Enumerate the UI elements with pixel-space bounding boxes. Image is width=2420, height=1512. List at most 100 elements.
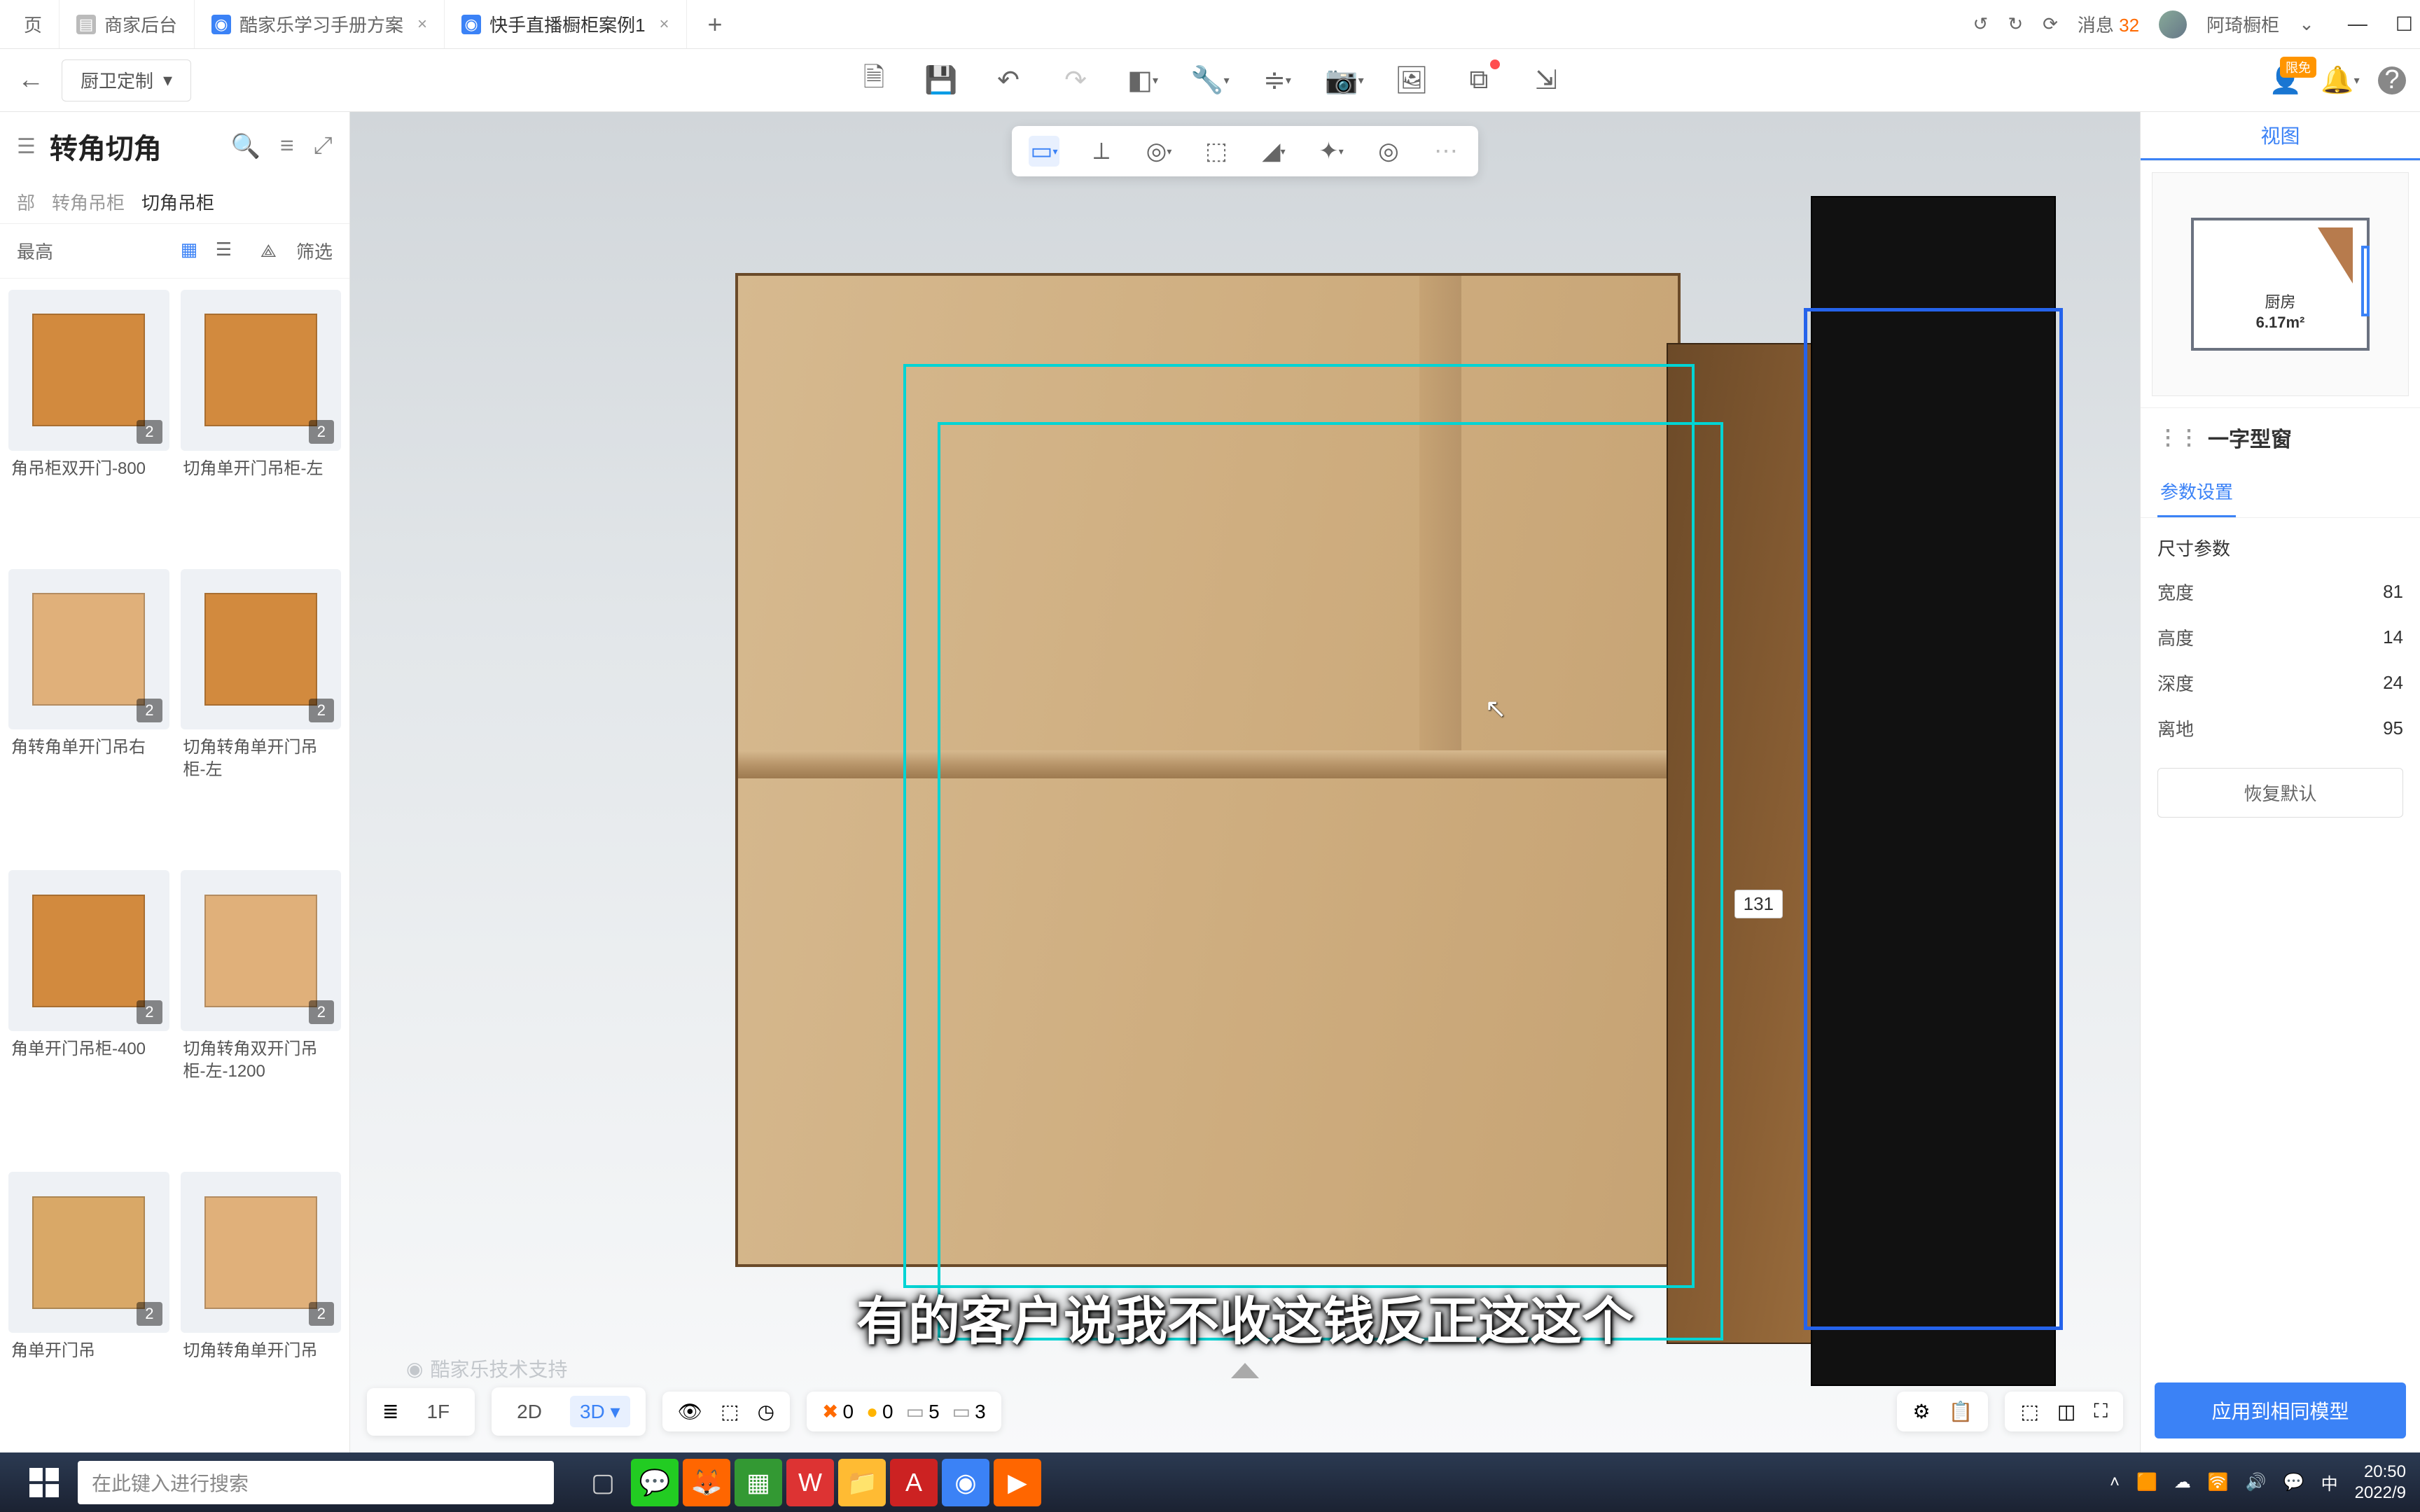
status-indicators[interactable]: ✖0 ●0 ▭5 ▭3 [807, 1392, 1001, 1432]
param-value[interactable]: 81 [2383, 581, 2403, 603]
browser-tab-merchant[interactable]: ▤ 商家后台 [60, 0, 195, 48]
image-icon[interactable]: 🖼 [1395, 64, 1428, 97]
task-view-icon[interactable]: ▢ [579, 1459, 627, 1506]
back-button[interactable]: ← [14, 64, 48, 97]
browser-tab-home[interactable]: 页 [7, 0, 60, 48]
camera-icon[interactable]: 📷▾ [1328, 64, 1361, 97]
restore-defaults-button[interactable]: 恢复默认 [2157, 768, 2403, 818]
taskbar-app-kujiale[interactable]: ◉ [942, 1459, 989, 1506]
tray-wechat-icon[interactable]: 💬 [2283, 1472, 2304, 1492]
tray-chevron-icon[interactable]: ˄ [2110, 1473, 2120, 1492]
asset-item[interactable]: 2 切角转角双开门吊柜-左-1200 [181, 870, 342, 1162]
fullscreen-icon[interactable]: ⛶ [2094, 1400, 2108, 1423]
taskbar-search[interactable]: 在此键入进行搜索 [78, 1461, 554, 1504]
sort-icon[interactable]: ≡ [280, 132, 294, 160]
new-tab-button[interactable]: + [687, 10, 744, 39]
plugin-tool-icon[interactable]: ✦▾ [1316, 136, 1347, 167]
grid-config-icon[interactable]: ⚙ [1912, 1400, 1930, 1423]
align-icon[interactable]: ≑▾ [1260, 64, 1294, 97]
scan-tool-icon[interactable]: ⬚ [1201, 136, 1232, 167]
taskbar-app-excel[interactable]: ▦ [735, 1459, 782, 1506]
eye-icon[interactable]: 👁 [678, 1400, 703, 1423]
list-view-icon[interactable]: ☰ [216, 239, 241, 264]
sort-label[interactable]: 最高 [17, 238, 53, 264]
tray-volume-icon[interactable]: 🔊 [2246, 1472, 2267, 1492]
copy-icon[interactable]: ⧉ [1462, 64, 1496, 97]
breadcrumb-item[interactable]: 部 [17, 189, 35, 215]
floorplan-preview[interactable]: 厨房 6.17m² [2152, 172, 2409, 396]
start-button[interactable] [14, 1452, 74, 1512]
select-tool-icon[interactable]: ▭▾ [1029, 136, 1059, 167]
help-icon[interactable]: ? [2378, 66, 2406, 94]
avatar[interactable] [2159, 10, 2187, 38]
nav-forward-icon[interactable]: ↻ [2008, 13, 2023, 35]
asset-item[interactable]: 2 切角转角单开门吊 [181, 1172, 342, 1441]
window-frame[interactable] [1811, 196, 2056, 1386]
dots-icon[interactable]: ⋮⋮ [2157, 426, 2199, 450]
taskbar-app-wps[interactable]: W [786, 1459, 834, 1506]
asset-item[interactable]: 2 切角单开门吊柜-左 [181, 290, 342, 559]
user-icon[interactable]: 👤限免 [2269, 64, 2302, 97]
grid-view-icon[interactable]: ▦ [181, 239, 206, 264]
close-icon[interactable]: × [660, 15, 669, 34]
browser-tab-case[interactable]: ◉ 快手直播橱柜案例1 × [445, 0, 686, 48]
param-value[interactable]: 24 [2383, 672, 2403, 694]
mode-3d-button[interactable]: 3D ▾ [570, 1396, 630, 1427]
breadcrumb-item[interactable]: 切角吊柜 [141, 189, 214, 215]
cabinet-model[interactable] [735, 273, 1681, 1267]
clipboard-icon[interactable]: 📋 [1949, 1400, 1973, 1423]
tray-app-icon[interactable]: 🟧 [2136, 1472, 2157, 1492]
floor-label[interactable]: 1F [417, 1396, 459, 1427]
search-icon[interactable]: 🔍 [231, 132, 260, 160]
browser-tab-manual[interactable]: ◉ 酷家乐学习手册方案 × [195, 0, 445, 48]
save-icon[interactable]: 💾 [924, 64, 958, 97]
nav-refresh-icon[interactable]: ⟳ [2043, 13, 2058, 35]
tray-wifi-icon[interactable]: 🛜 [2208, 1472, 2229, 1492]
window-minimize-icon[interactable]: — [2348, 13, 2367, 36]
mode-2d-button[interactable]: 2D [507, 1396, 552, 1427]
mode-selector[interactable]: 厨卫定制 ▾ [62, 59, 191, 102]
wrench-icon[interactable]: 🔧▾ [1193, 64, 1227, 97]
window-maximize-icon[interactable]: ☐ [2395, 13, 2413, 36]
viewport-3d[interactable]: ↖ ▭▾ ⟂ ◎▾ ⬚ ◢▾ ✦▾ ◎ ⋯ 131 ◉ 酷家乐技术支持 有的客户… [350, 112, 2140, 1452]
ring-tool-icon[interactable]: ◎ [1373, 136, 1404, 167]
layers-icon[interactable]: ≣ [382, 1400, 398, 1423]
highlight-tool-icon[interactable]: ◢▾ [1258, 136, 1289, 167]
asset-item[interactable]: 2 角单开门吊柜-400 [8, 870, 169, 1162]
frame-target-icon[interactable]: ◫ [2057, 1400, 2075, 1423]
close-icon[interactable]: × [417, 15, 427, 34]
cube-icon[interactable]: ⬚ [721, 1400, 739, 1423]
apply-button[interactable]: 应用到相同模型 [2155, 1382, 2406, 1438]
breadcrumb-item[interactable]: 转角吊柜 [52, 189, 125, 215]
menu-icon[interactable]: ☰ [17, 134, 36, 159]
taskbar-app-cad[interactable]: A [890, 1459, 938, 1506]
measure-tool-icon[interactable]: ⟂ [1086, 136, 1117, 167]
asset-item[interactable]: 2 角吊柜双开门-800 [8, 290, 169, 559]
asset-item[interactable]: 2 切角转角单开门吊柜-左 [181, 569, 342, 861]
nav-back-icon[interactable]: ↺ [1973, 13, 1989, 35]
param-value[interactable]: 14 [2383, 626, 2403, 648]
dimension-label[interactable]: 131 [1734, 890, 1783, 918]
bell-icon[interactable]: 🔔▾ [2323, 64, 2357, 97]
filter-label[interactable]: 筛选 [296, 238, 333, 264]
asset-item[interactable]: 2 角单开门吊 [8, 1172, 169, 1441]
redo-icon[interactable]: ↷ [1059, 64, 1092, 97]
globe-tool-icon[interactable]: ◎▾ [1143, 136, 1174, 167]
tab-view[interactable]: 视图 [2141, 112, 2420, 160]
file-new-icon[interactable]: 🗎 [857, 64, 891, 97]
frame-icon[interactable]: ⬚ [2020, 1400, 2038, 1423]
tray-cloud-icon[interactable]: ☁ [2174, 1472, 2191, 1492]
taskbar-app-folder[interactable]: 📁 [838, 1459, 886, 1506]
undo-icon[interactable]: ↶ [992, 64, 1025, 97]
asset-item[interactable]: 2 角转角单开门吊右 [8, 569, 169, 861]
gauge-icon[interactable]: ◷ [758, 1400, 774, 1423]
tray-ime[interactable]: 中 [2321, 1470, 2338, 1494]
tray-clock[interactable]: 20:50 2022/9 [2355, 1462, 2406, 1504]
taskbar-app-firefox[interactable]: 🦊 [683, 1459, 730, 1506]
eraser-icon[interactable]: ◧▾ [1126, 64, 1160, 97]
expand-up-icon[interactable] [1231, 1363, 1259, 1378]
param-value[interactable]: 95 [2383, 718, 2403, 739]
taskbar-app-wechat[interactable]: 💬 [631, 1459, 679, 1506]
expand-icon[interactable]: ⤢ [314, 132, 333, 160]
export-icon[interactable]: ⇲ [1529, 64, 1563, 97]
